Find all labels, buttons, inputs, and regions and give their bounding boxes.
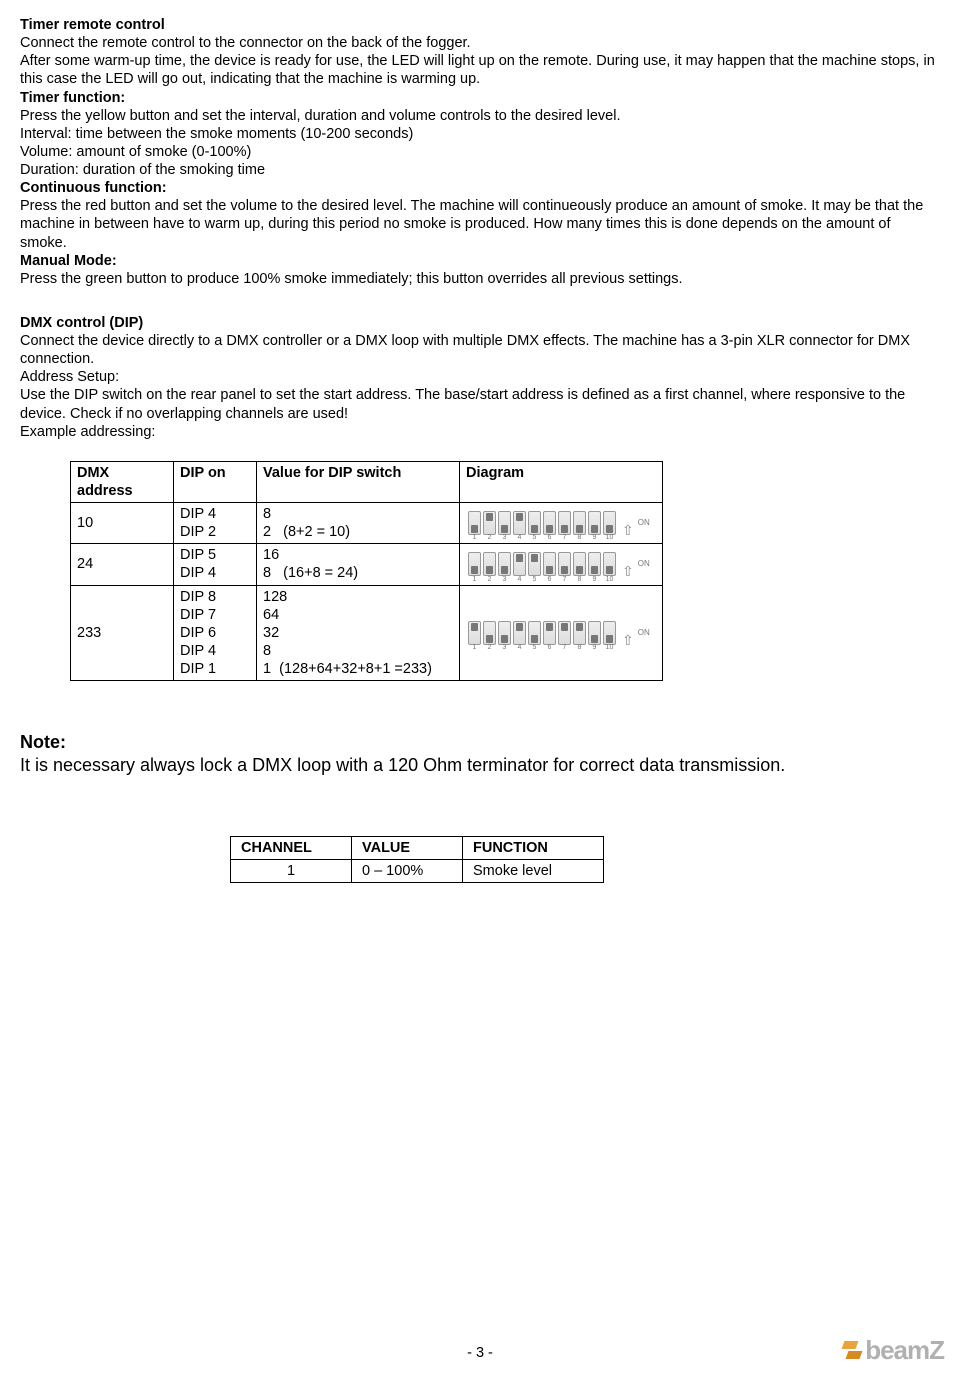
dip-switch-icon: 2	[483, 621, 496, 645]
body-text: Press the red button and set the volume …	[20, 197, 940, 251]
cell-diagram: 12345678910 ⇧ ON	[460, 503, 663, 544]
cell-value: 0 – 100%	[352, 860, 463, 883]
th-diagram: Diagram	[460, 461, 663, 502]
cell-function: Smoke level	[463, 860, 604, 883]
section-dmx-control: DMX control (DIP) Connect the device dir…	[20, 314, 940, 441]
dip-switch-icon: 6	[543, 552, 556, 576]
th-channel: CHANNEL	[231, 837, 352, 860]
heading-continuous-function: Continuous function:	[20, 179, 940, 197]
dip-switch-icon: 1	[468, 621, 481, 645]
body-text: Interval: time between the smoke moments…	[20, 125, 940, 143]
dip-switch-diagram: 12345678910 ⇧ ON	[466, 550, 656, 578]
heading-timer-function: Timer function:	[20, 89, 940, 107]
dip-switch-icon: 4	[513, 621, 526, 645]
table-row: 233DIP 8 DIP 7 DIP 6 DIP 4 DIP 1128 64 3…	[71, 585, 663, 681]
channel-table: CHANNEL VALUE FUNCTION 1 0 – 100% Smoke …	[230, 836, 604, 883]
table-row: 24DIP 5 DIP 416 8 (16+8 = 24)12345678910…	[71, 544, 663, 585]
heading-manual-mode: Manual Mode:	[20, 252, 940, 270]
th-function: FUNCTION	[463, 837, 604, 860]
body-text: After some warm-up time, the device is r…	[20, 52, 940, 88]
table-row: 10DIP 4 DIP 28 2 (8+2 = 10)12345678910⇧O…	[71, 503, 663, 544]
dip-switch-diagram: 12345678910 ⇧ ON	[466, 619, 656, 647]
dip-switch-icon: 2	[483, 511, 496, 535]
note-section: Note: It is necessary always lock a DMX …	[20, 731, 940, 776]
up-arrow-icon: ⇧	[622, 566, 634, 576]
dip-switch-icon: 1	[468, 511, 481, 535]
cell-diagram: 12345678910 ⇧ ON	[460, 544, 663, 585]
body-text: Connect the remote control to the connec…	[20, 34, 940, 52]
logo-text: beamZ	[865, 1334, 944, 1367]
dip-on-label: ON	[638, 559, 650, 569]
cell-value: 128 64 32 8 1 (128+64+32+8+1 =233)	[257, 585, 460, 681]
cell-diagram: 12345678910 ⇧ ON	[460, 585, 663, 681]
dip-switch-icon: 10	[603, 552, 616, 576]
dip-switch-icon: 5	[528, 511, 541, 535]
body-text: Address Setup:	[20, 368, 940, 386]
dip-switch-icon: 7	[558, 552, 571, 576]
dip-switch-icon: 9	[588, 621, 601, 645]
dip-switch-icon: 7	[558, 621, 571, 645]
page-number: - 3 -	[0, 1344, 960, 1362]
dip-switch-icon: 10	[603, 511, 616, 535]
dip-switch-diagram: 12345678910 ⇧ ON	[466, 509, 656, 537]
body-text: Use the DIP switch on the rear panel to …	[20, 386, 940, 422]
brand-logo: beamZ	[843, 1334, 944, 1367]
table-header-row: DMX address DIP on Value for DIP switch …	[71, 461, 663, 502]
cell-dmx-address: 24	[71, 544, 174, 585]
up-arrow-icon: ⇧	[622, 525, 634, 535]
dip-switch-icon: 1	[468, 552, 481, 576]
cell-value: 8 2 (8+2 = 10)	[257, 503, 460, 544]
cell-channel: 1	[231, 860, 352, 883]
dip-switch-icon: 8	[573, 621, 586, 645]
body-text: Connect the device directly to a DMX con…	[20, 332, 940, 368]
cell-dmx-address: 233	[71, 585, 174, 681]
dip-on-label: ON	[638, 628, 650, 638]
table-header-row: CHANNEL VALUE FUNCTION	[231, 837, 604, 860]
dip-switch-icon: 10	[603, 621, 616, 645]
dip-switch-icon: 7	[558, 511, 571, 535]
dip-switch-icon: 8	[573, 552, 586, 576]
dip-switch-icon: 9	[588, 511, 601, 535]
cell-dip-on: DIP 4 DIP 2	[174, 503, 257, 544]
th-dmx-address: DMX address	[71, 461, 174, 502]
dip-switch-icon: 4	[513, 552, 526, 576]
dip-switch-icon: 3	[498, 511, 511, 535]
logo-mark-icon	[843, 1341, 861, 1359]
dip-switch-icon: 3	[498, 552, 511, 576]
dip-switch-icon: 3	[498, 621, 511, 645]
cell-dmx-address: 10	[71, 503, 174, 544]
dip-switch-icon: 6	[543, 511, 556, 535]
th-value: Value for DIP switch	[257, 461, 460, 502]
section-timer-remote: Timer remote control Connect the remote …	[20, 16, 940, 288]
dip-on-label: ON	[638, 518, 650, 528]
dip-switch-icon: 6	[543, 621, 556, 645]
dip-switch-icon: 5	[528, 621, 541, 645]
table-row: 1 0 – 100% Smoke level	[231, 860, 604, 883]
dip-switch-icon: 9	[588, 552, 601, 576]
body-text: Volume: amount of smoke (0-100%)	[20, 143, 940, 161]
cell-value: 16 8 (16+8 = 24)	[257, 544, 460, 585]
dip-switch-icon: 5	[528, 552, 541, 576]
dip-switch-icon: 8	[573, 511, 586, 535]
note-heading: Note:	[20, 731, 940, 754]
body-text: Press the yellow button and set the inte…	[20, 107, 940, 125]
th-value: VALUE	[352, 837, 463, 860]
th-dip-on: DIP on	[174, 461, 257, 502]
dip-switch-icon: 2	[483, 552, 496, 576]
cell-dip-on: DIP 8 DIP 7 DIP 6 DIP 4 DIP 1	[174, 585, 257, 681]
up-arrow-icon: ⇧	[622, 635, 634, 645]
heading-timer-remote: Timer remote control	[20, 16, 940, 34]
cell-dip-on: DIP 5 DIP 4	[174, 544, 257, 585]
body-text: Press the green button to produce 100% s…	[20, 270, 940, 288]
heading-dmx-control: DMX control (DIP)	[20, 314, 940, 332]
note-text: It is necessary always lock a DMX loop w…	[20, 754, 940, 777]
body-text: Example addressing:	[20, 423, 940, 441]
dip-switch-icon: 4	[513, 511, 526, 535]
dmx-address-table: DMX address DIP on Value for DIP switch …	[70, 461, 663, 681]
body-text: Duration: duration of the smoking time	[20, 161, 940, 179]
